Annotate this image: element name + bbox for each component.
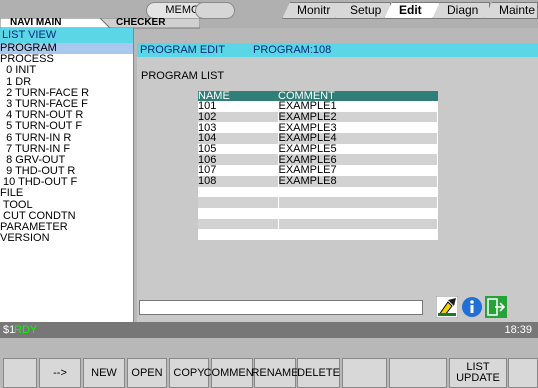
list-view-header: LIST VIEW [0,28,133,43]
table-body: 101 EXAMPLE1 102 EXAMPLE2 103 EXAMPLE3 104 EXAM… [198,101,438,240]
softkey-comment[interactable]: COMMENT [204,358,260,388]
program-list-title: PROGRAM LIST [141,70,225,82]
tree-items: PROGRAM PROCESS 0 INIT 1 DR 2 TURN-FACE R… [0,42,133,244]
table-row[interactable] [198,207,438,219]
program-name-cell: 102 [198,111,279,123]
table-row[interactable]: 108 EXAMPLE8 [198,175,438,187]
softkey-bar: --> NEW OPEN COPY COMMENT RENAME DELETE LIST UP… [0,338,538,388]
table-row[interactable] [198,229,438,240]
info-icon[interactable] [461,296,483,318]
softkey-return[interactable] [3,358,37,388]
tree-item[interactable]: VERSION [0,233,133,244]
softkey-delete[interactable]: DELETE [297,358,340,388]
softkey-blank[interactable] [342,358,387,388]
program-comment-cell [278,197,438,208]
status-clock: 18:39 [504,324,532,336]
softkey-arrow[interactable]: --> [39,358,81,388]
softkey-rename[interactable]: RENAME [251,358,299,388]
status-state: RDY [14,324,38,336]
program-edit-label: PROGRAM EDIT [140,44,225,56]
command-input[interactable] [139,300,423,315]
tab-monitr-label: Monitr [297,3,331,17]
program-comment-cell [278,229,438,240]
tab-mainte-label: Mainte [499,3,536,17]
mode-oval-icon [195,2,235,19]
table-row[interactable] [198,218,438,230]
program-name-cell: 108 [198,175,279,187]
program-name-cell [198,229,279,240]
cnc-screen: MEMORY Monitr Setup Edit Diagn Mainte NA… [0,0,538,388]
current-program: PROGRAM:108 [253,44,332,56]
program-comment-cell [278,207,438,219]
tab-setup[interactable]: Setup [335,2,391,19]
program-comment-cell: EXAMPLE8 [278,175,438,187]
softkey-list-update[interactable]: LIST UPDATE [449,358,507,388]
softkey-open[interactable]: OPEN [127,358,167,388]
program-comment-cell [278,218,438,230]
program-table: NAME COMMENT 101 EXAMPLE1 102 EXAMPLE2 103 EX… [198,91,438,240]
tab-setup-label: Setup [350,3,382,17]
left-tree: LIST VIEW PROGRAM PROCESS 0 INIT 1 DR 2 T… [0,28,134,322]
tree-item[interactable]: 0 INIT [0,65,133,76]
table-row[interactable]: 105 EXAMPLE5 [198,143,438,155]
tab-diagn-label: Diagn [447,3,479,17]
softkey-new[interactable]: NEW [83,358,125,388]
tree-item[interactable]: FILE [0,188,133,199]
program-name-cell [198,218,279,230]
exit-icon[interactable] [485,296,507,318]
softkey-blank[interactable] [389,358,447,388]
program-name-cell [198,186,279,198]
tab-edit-label: Edit [399,3,422,17]
softkey-blank[interactable] [508,358,538,388]
table-row[interactable]: 102 EXAMPLE2 [198,111,438,123]
table-row[interactable] [198,186,438,198]
program-comment-cell: EXAMPLE2 [278,111,438,123]
tab-mainte[interactable]: Mainte [484,2,538,19]
status-bar: $1 RDY 18:39 [0,322,538,338]
program-name-cell [198,197,279,208]
tab-diagn[interactable]: Diagn [432,2,490,19]
tab-edit[interactable]: Edit [384,2,440,19]
table-row[interactable] [198,197,438,208]
tree-item[interactable]: 5 TURN-OUT F [0,121,133,132]
program-name-cell [198,207,279,219]
program-edit-header: PROGRAM EDIT PROGRAM:108 [137,43,538,57]
tree-item[interactable]: 6 TURN-IN R [0,132,133,144]
tab-monitr[interactable]: Monitr [282,2,344,19]
program-comment-cell: EXAMPLE5 [278,143,438,155]
program-comment-cell [278,186,438,198]
machine-icon[interactable] [436,296,458,318]
program-name-cell: 105 [198,143,279,155]
